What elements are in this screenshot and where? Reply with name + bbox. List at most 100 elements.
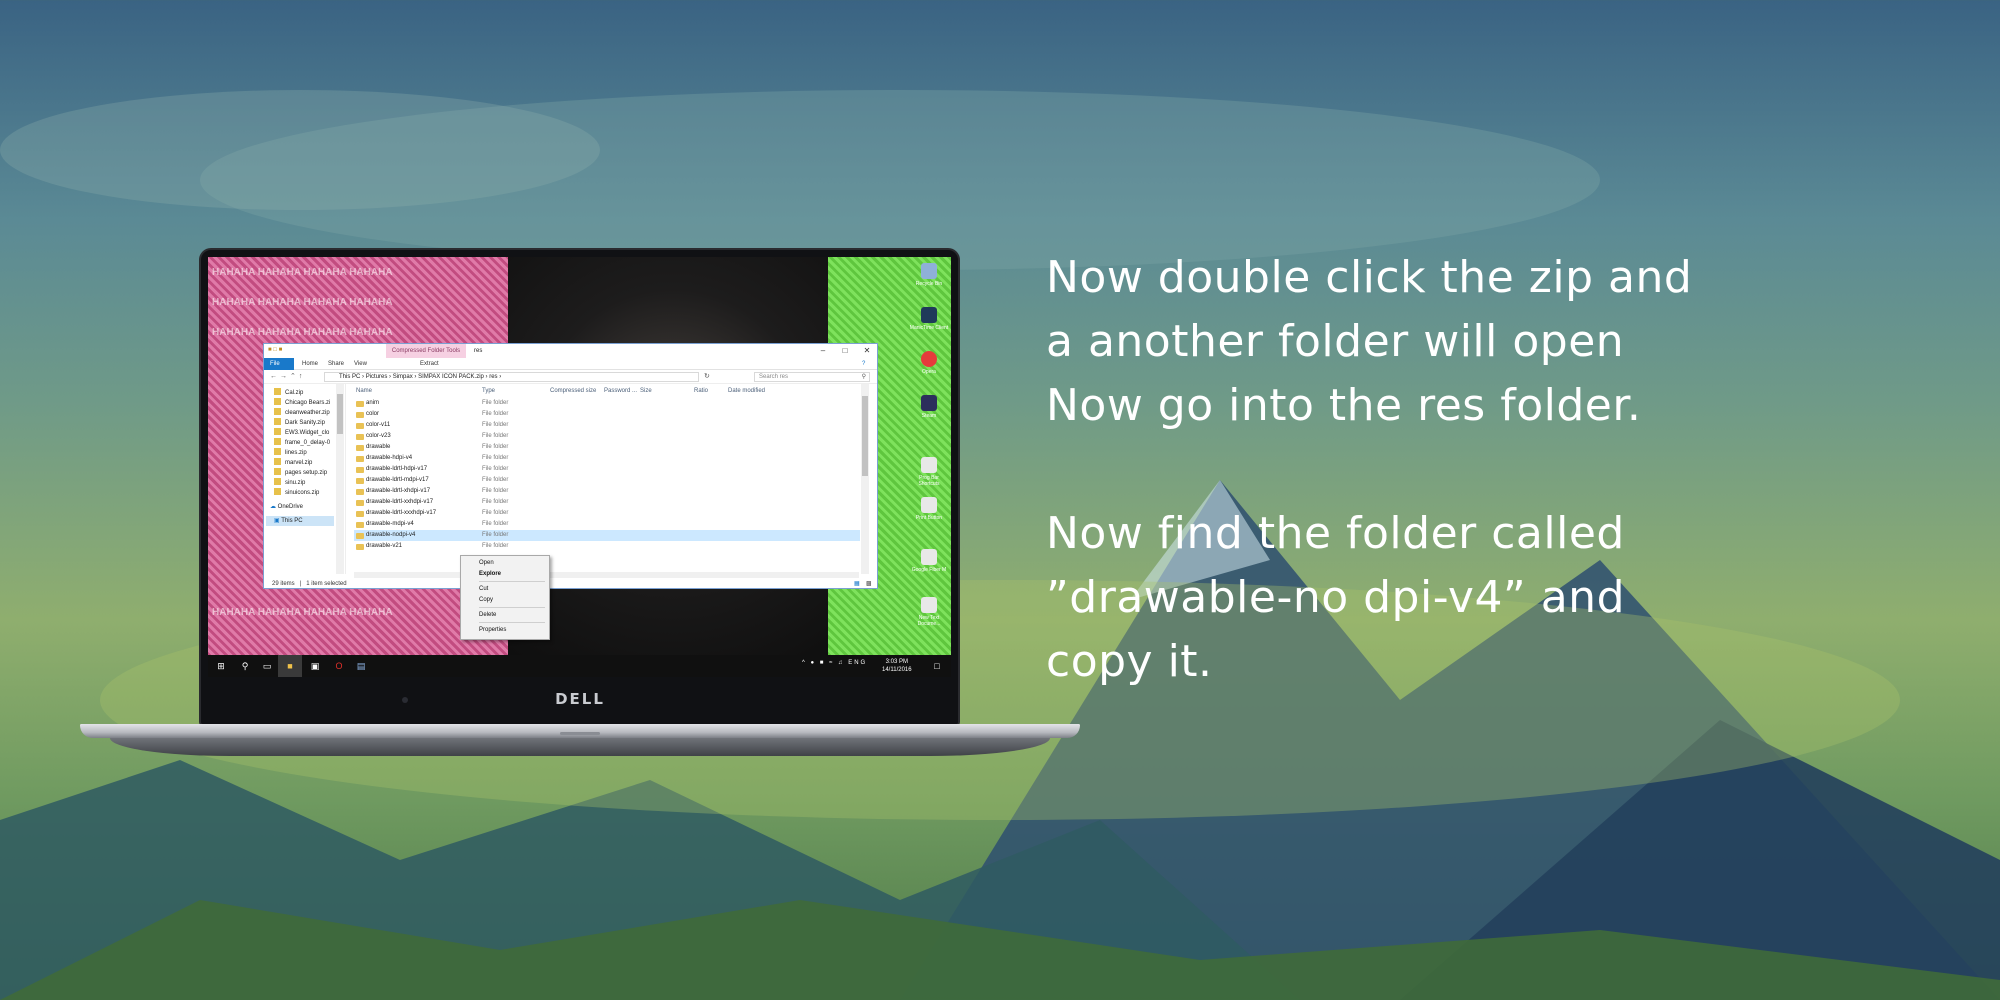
view-details-icon[interactable]: ▦ xyxy=(854,578,860,590)
breadcrumb-zip[interactable]: SIMPAX ICON PACK.zip xyxy=(418,374,484,380)
table-row[interactable]: drawable-ldrtl-hdpi-v17 File folder xyxy=(354,464,860,475)
nav-item-zip[interactable]: frame_0_delay-0 xyxy=(274,438,330,448)
tab-home[interactable]: Home xyxy=(296,358,324,370)
search-icon[interactable]: ⚲ xyxy=(238,659,252,673)
tab-extract[interactable]: Extract xyxy=(414,358,445,370)
menu-item-cut[interactable]: Cut xyxy=(479,584,488,594)
nav-item-zip[interactable]: EW3.Widget_clo xyxy=(274,428,329,438)
maximize-button[interactable]: □ xyxy=(835,344,855,358)
breadcrumb-this-pc[interactable]: This PC xyxy=(339,374,360,380)
folder-icon xyxy=(356,511,364,517)
tab-file[interactable]: File xyxy=(264,358,294,370)
column-header-compressed-size[interactable]: Compressed size xyxy=(550,388,596,394)
nav-item-label: sinuicons.zip xyxy=(285,490,320,496)
column-header-password[interactable]: Password ... xyxy=(604,388,637,394)
tab-view[interactable]: View xyxy=(348,358,373,370)
desktop-icon-text-document[interactable]: New Text Docume... xyxy=(909,597,949,627)
menu-item-open[interactable]: Open xyxy=(479,558,494,568)
table-row[interactable]: drawable-v21 File folder xyxy=(354,541,860,552)
table-row[interactable]: drawable-ldrtl-xxhdpi-v17 File folder xyxy=(354,497,860,508)
table-row[interactable]: drawable-ldrtl-mdpi-v17 File folder xyxy=(354,475,860,486)
nav-item-label: OneDrive xyxy=(277,504,304,510)
help-icon[interactable]: ? xyxy=(856,358,871,370)
zip-folder-icon xyxy=(274,418,281,425)
file-list-scrollbar[interactable] xyxy=(861,384,869,574)
table-row[interactable]: drawable File folder xyxy=(354,442,860,453)
menu-item-properties[interactable]: Properties xyxy=(479,625,506,635)
table-row-selected[interactable]: drawable-nodpi-v4 File folder xyxy=(354,530,860,541)
breadcrumb-pictures[interactable]: Pictures xyxy=(366,374,388,380)
nav-item-this-pc[interactable]: ▣ This PC xyxy=(266,516,334,526)
breadcrumb-res[interactable]: res xyxy=(489,374,497,380)
quick-access-folder-icon[interactable]: ■ □ ■ xyxy=(268,347,282,353)
nav-item-label: lines.zip xyxy=(285,450,307,456)
nav-item-label: frame_0_delay-0 xyxy=(285,440,331,446)
column-header-ratio[interactable]: Ratio xyxy=(694,388,708,394)
instruction-paragraph-1: Now double click the zip and a another f… xyxy=(1046,246,1946,438)
desktop-icon-recycle-bin[interactable]: Recycle Bin xyxy=(909,263,949,287)
nav-item-zip[interactable]: Cal.zip xyxy=(274,388,303,398)
menu-item-delete[interactable]: Delete xyxy=(479,610,496,620)
table-row[interactable]: drawable-ldrtl-xhdpi-v17 File folder xyxy=(354,486,860,497)
nav-item-label: Chicago Bears.zi xyxy=(285,400,331,406)
desktop-icon-steam[interactable]: Steam xyxy=(909,395,949,419)
column-header-name[interactable]: Name xyxy=(356,388,372,394)
store-icon[interactable]: ▣ xyxy=(308,659,322,673)
start-windows-icon[interactable]: ⊞ xyxy=(214,659,228,673)
nav-item-zip[interactable]: Dark Sanity.zip xyxy=(274,418,325,428)
notifications-icon[interactable]: □ xyxy=(930,659,944,673)
desktop-icon-shortcut[interactable]: Print Button xyxy=(909,497,949,521)
clock[interactable]: 3:03 PM 14/11/2016 xyxy=(882,658,912,674)
row-name: drawable-ldrtl-mdpi-v17 xyxy=(366,477,429,483)
menu-item-explore[interactable]: Explore xyxy=(479,569,501,579)
menu-item-copy[interactable]: Copy xyxy=(479,595,493,605)
document-icon xyxy=(921,549,937,565)
system-tray[interactable]: ^ ● ■ ≈ ♫ ENG xyxy=(802,660,867,666)
column-header-type[interactable]: Type xyxy=(482,388,495,394)
table-row[interactable]: color-v23 File folder xyxy=(354,431,860,442)
navigation-pane-scrollbar[interactable] xyxy=(336,384,344,574)
row-name: drawable-nodpi-v4 xyxy=(366,532,416,538)
document-app-icon[interactable]: ▤ xyxy=(354,659,368,673)
nav-item-zip[interactable]: cleanweather.zip xyxy=(274,408,330,418)
nav-item-onedrive[interactable]: ☁ OneDrive xyxy=(270,502,303,512)
folder-icon xyxy=(356,522,364,528)
table-row[interactable]: drawable-mdpi-v4 File folder xyxy=(354,519,860,530)
opera-icon[interactable]: O xyxy=(332,659,346,673)
table-row[interactable]: color-v11 File folder xyxy=(354,420,860,431)
table-row[interactable]: drawable-hdpi-v4 File folder xyxy=(354,453,860,464)
refresh-icon[interactable]: ↻ xyxy=(704,372,710,380)
desktop-icon-manictime[interactable]: ManicTime Client xyxy=(909,307,949,331)
column-header-date-modified[interactable]: Date modified xyxy=(728,388,765,394)
tab-share[interactable]: Share xyxy=(322,358,350,370)
scrollbar-thumb[interactable] xyxy=(337,394,343,434)
row-name: color xyxy=(366,411,380,417)
nav-item-zip[interactable]: sinuicons.zip xyxy=(274,488,319,498)
nav-item-zip[interactable]: Chicago Bears.zi xyxy=(274,398,330,408)
table-row[interactable]: drawable-ldrtl-xxxhdpi-v17 File folder xyxy=(354,508,860,519)
close-button[interactable]: ✕ xyxy=(857,344,877,358)
nav-item-zip[interactable]: sinu.zip xyxy=(274,478,305,488)
webcam xyxy=(402,697,408,703)
file-explorer-icon[interactable]: ■ xyxy=(283,659,297,673)
nav-item-zip[interactable]: lines.zip xyxy=(274,448,307,458)
minimize-button[interactable]: – xyxy=(813,344,833,358)
table-row[interactable]: anim File folder xyxy=(354,398,860,409)
view-tiles-icon[interactable]: ▩ xyxy=(866,578,872,590)
nav-item-label: marvel.zip xyxy=(285,460,313,466)
desktop-icon-opera[interactable]: Opera xyxy=(909,351,949,375)
breadcrumb-simpax[interactable]: Simpax xyxy=(393,374,413,380)
desktop-icon-shortcut[interactable]: Prog Bar Shortcuts xyxy=(909,457,949,487)
desktop-icon-shortcut[interactable]: Google Fiber M xyxy=(909,549,949,573)
task-view-icon[interactable]: ▭ xyxy=(260,659,274,673)
table-row[interactable]: color File folder xyxy=(354,409,860,420)
navigation-arrows-icon[interactable]: ←→⌃↑ xyxy=(270,372,305,380)
nav-item-zip[interactable]: marvel.zip xyxy=(274,458,312,468)
instruction-line: Now double click the zip and xyxy=(1046,252,1693,303)
search-input[interactable]: Search res ⚲ xyxy=(754,372,870,382)
language-indicator[interactable]: ENG xyxy=(848,660,867,666)
address-bar[interactable]: This PC › Pictures › Simpax › SIMPAX ICO… xyxy=(324,372,699,382)
scrollbar-thumb[interactable] xyxy=(862,396,868,476)
column-header-size[interactable]: Size xyxy=(640,388,652,394)
nav-item-zip[interactable]: pages setup.zip xyxy=(274,468,327,478)
